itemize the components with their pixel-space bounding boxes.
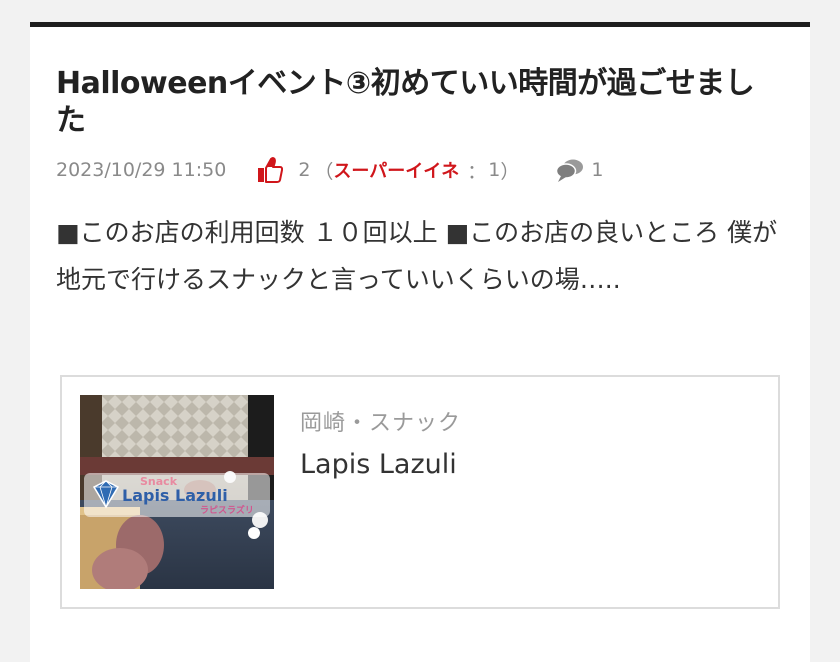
post-card[interactable]: Halloweenイベント③初めていい時間が過ごせました 2023/10/29 … <box>30 22 810 662</box>
post-title[interactable]: Halloweenイベント③初めていい時間が過ごせました <box>56 65 776 139</box>
super-like-count: 1 <box>488 159 501 181</box>
shop-name[interactable]: Lapis Lazuli <box>300 449 457 480</box>
shop-thumbnail[interactable]: Snack Lapis Lazuli ラピスラズリ <box>80 395 274 589</box>
like-count: 2 <box>298 159 311 181</box>
thumbs-up-icon[interactable] <box>254 155 284 185</box>
shop-category: 岡崎・スナック <box>300 411 462 436</box>
post-date: 2023/10/29 11:50 <box>56 159 227 181</box>
paren-open: （ <box>314 160 334 183</box>
logo-main-text: Lapis Lazuli <box>122 486 228 505</box>
comment-count: 1 <box>591 159 604 181</box>
shop-link-card[interactable]: Snack Lapis Lazuli ラピスラズリ 岡崎・スナック Lapis … <box>60 375 780 609</box>
super-like-label[interactable]: スーパーイイネ <box>333 157 459 183</box>
logo-kana-text: ラピスラズリ <box>200 504 254 516</box>
super-like-separator: ： <box>467 160 487 183</box>
post-meta: 2023/10/29 11:50 2 （ スーパーイイネ ： 1 ） 1 <box>56 155 776 185</box>
paren-close: ） <box>500 160 520 183</box>
post-excerpt[interactable]: ■このお店の利用回数 １０回以上 ■このお店の良いところ 僕が地元で行けるスナッ… <box>56 209 784 303</box>
speech-bubble-icon[interactable] <box>555 157 585 183</box>
